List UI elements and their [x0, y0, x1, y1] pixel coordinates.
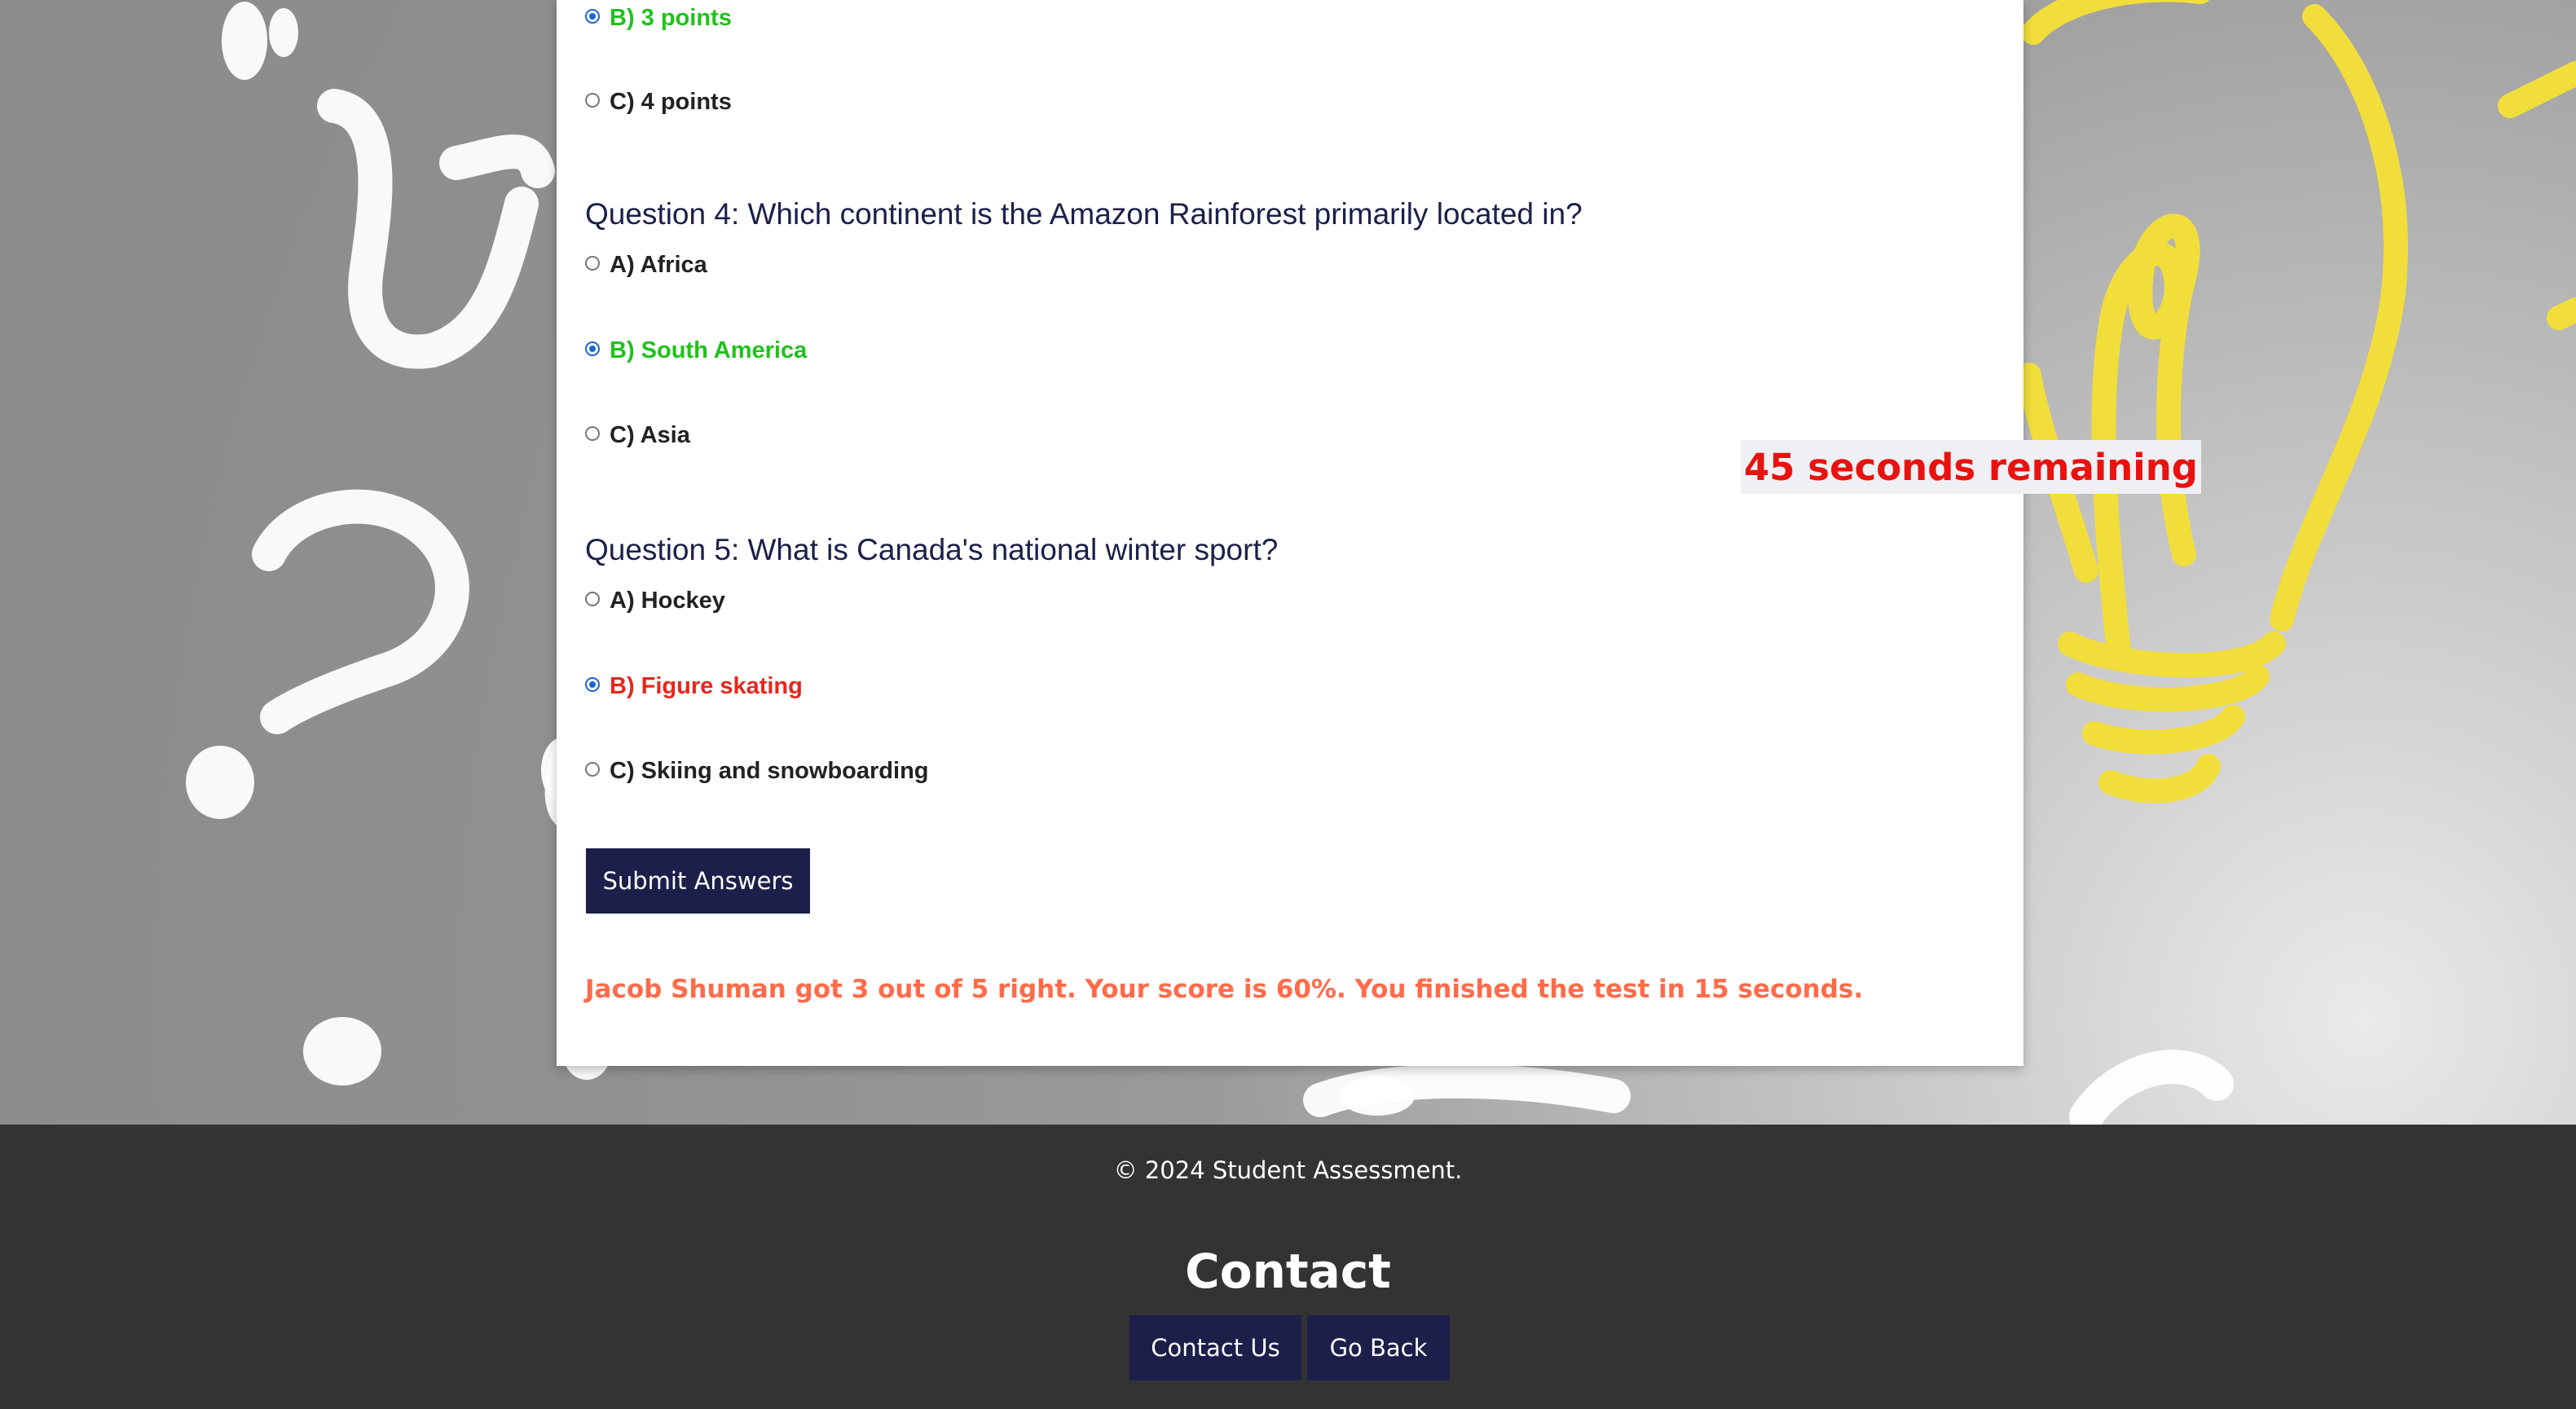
q3-option-b[interactable]: B) 3 points	[585, 5, 732, 32]
q3-option-b-label: B) 3 points	[610, 5, 732, 31]
copyright-text: © 2024 Student Assessment.	[1113, 1156, 1463, 1184]
q4-option-c-radio[interactable]	[585, 425, 600, 441]
q4-option-c-label: C) Asia	[610, 422, 690, 448]
question-5-text: Question 5: What is Canada's national wi…	[585, 533, 1279, 566]
q4-option-b-label: B) South America	[610, 337, 808, 363]
q5-option-c[interactable]: C) Skiing and snowboarding	[585, 758, 929, 785]
q4-option-c[interactable]: C) Asia	[585, 422, 690, 449]
countdown-timer: 45 seconds remaining	[1741, 440, 2201, 494]
q4-option-a-radio[interactable]	[585, 255, 600, 271]
q5-option-c-radio[interactable]	[585, 761, 600, 777]
q4-option-b[interactable]: B) South America	[585, 337, 807, 364]
q5-option-a[interactable]: A) Hockey	[585, 588, 725, 614]
q3-option-b-radio[interactable]	[585, 8, 600, 24]
q4-option-a-label: A) Africa	[610, 252, 707, 278]
question-4-text: Question 4: Which continent is the Amazo…	[585, 197, 1583, 231]
q3-option-c[interactable]: C) 4 points	[585, 89, 732, 116]
score-result-text: Jacob Shuman got 3 out of 5 right. Your …	[585, 975, 1864, 1004]
q3-option-c-label: C) 4 points	[610, 89, 732, 115]
q3-option-c-radio[interactable]	[585, 92, 600, 108]
q5-option-b[interactable]: B) Figure skating	[585, 673, 803, 700]
q5-option-b-radio[interactable]	[585, 676, 600, 692]
q5-option-a-radio[interactable]	[585, 591, 600, 606]
q5-option-c-label: C) Skiing and snowboarding	[610, 758, 929, 784]
contact-heading: Contact	[1185, 1244, 1391, 1299]
contact-us-button[interactable]: Contact Us	[1129, 1315, 1301, 1380]
q5-option-a-label: A) Hockey	[610, 588, 725, 614]
q4-option-b-radio[interactable]	[585, 341, 600, 356]
q5-option-b-label: B) Figure skating	[610, 673, 803, 699]
q4-option-a[interactable]: A) Africa	[585, 252, 707, 279]
go-back-button[interactable]: Go Back	[1307, 1315, 1450, 1380]
submit-answers-button[interactable]: Submit Answers	[586, 848, 810, 914]
